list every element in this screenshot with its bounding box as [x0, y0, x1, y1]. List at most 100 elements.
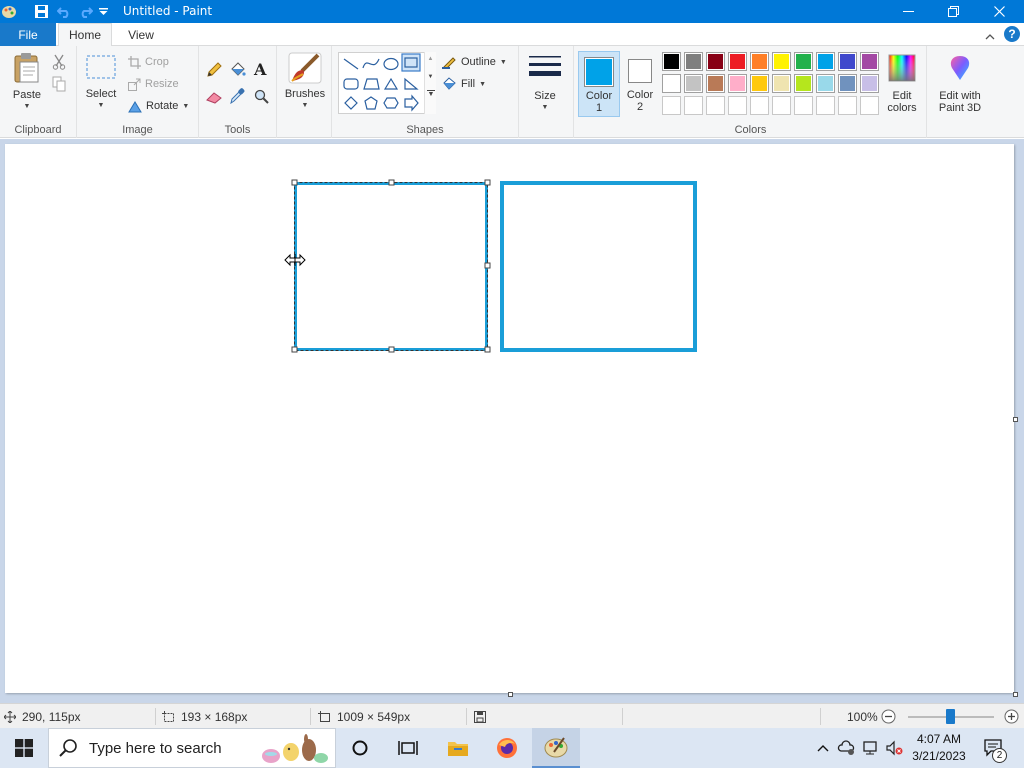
paint-app-icon[interactable] — [0, 3, 18, 20]
edit-with-paint3d-button[interactable]: Edit with Paint 3D — [933, 54, 987, 116]
file-size — [474, 704, 486, 729]
tab-view[interactable]: View — [118, 23, 164, 47]
palette-swatch[interactable] — [684, 96, 703, 115]
zoom-level-text: 100% — [847, 709, 878, 724]
palette-swatch[interactable] — [706, 52, 725, 71]
palette-swatch[interactable] — [838, 96, 857, 115]
palette-swatch[interactable] — [860, 96, 879, 115]
fill-bucket-icon[interactable] — [229, 62, 246, 81]
zoom-in-button[interactable] — [1004, 709, 1019, 727]
palette-swatch[interactable] — [816, 96, 835, 115]
canvas-resize-right-handle[interactable] — [1013, 417, 1018, 422]
brushes-button[interactable]: Brushes ▼ — [283, 52, 327, 114]
palette-swatch[interactable] — [860, 74, 879, 93]
paste-button[interactable]: Paste ▼ — [6, 52, 48, 114]
cursor-position-text: 290, 115px — [22, 709, 81, 724]
cut-icon[interactable] — [52, 54, 66, 73]
palette-swatch[interactable] — [750, 96, 769, 115]
paint-taskbar-button[interactable] — [532, 728, 580, 768]
action-center-button[interactable]: 2 — [980, 728, 1008, 768]
drawing-canvas[interactable] — [5, 144, 1014, 693]
close-button[interactable] — [976, 0, 1022, 23]
rectangle-shape-selected[interactable] — [294, 182, 488, 351]
eraser-icon[interactable] — [206, 90, 223, 107]
palette-swatch[interactable] — [838, 52, 857, 71]
zoom-out-button[interactable] — [881, 709, 896, 727]
handle-bottom-left — [291, 346, 298, 353]
palette-swatch[interactable] — [772, 96, 791, 115]
palette-swatch[interactable] — [816, 74, 835, 93]
palette-swatch[interactable] — [750, 52, 769, 71]
palette-swatch[interactable] — [772, 52, 791, 71]
maximize-button[interactable] — [930, 0, 976, 23]
canvas-resize-bottom-handle[interactable] — [508, 692, 513, 697]
taskbar: Type here to search 4:07 AM 3/21/2023 2 — [0, 728, 1024, 768]
rotate-button[interactable]: Rotate ▼ — [128, 97, 189, 115]
minimize-button[interactable] — [885, 0, 931, 23]
palette-swatch[interactable] — [794, 74, 813, 93]
volume-tray-icon[interactable] — [884, 728, 906, 768]
rectangle-shape[interactable] — [500, 181, 697, 352]
save-icon[interactable] — [32, 3, 50, 20]
copy-icon[interactable] — [52, 76, 66, 95]
paint-window: Untitled - Paint File Home View ? Paste … — [0, 0, 1024, 768]
canvas-resize-corner-handle[interactable] — [1013, 692, 1018, 697]
network-tray-icon[interactable] — [860, 728, 882, 768]
palette-swatch[interactable] — [662, 74, 681, 93]
taskbar-search-box[interactable]: Type here to search — [48, 728, 336, 768]
onedrive-tray-icon[interactable] — [836, 728, 856, 768]
tab-home[interactable]: Home — [58, 23, 112, 47]
fill-button[interactable]: Fill ▼ — [442, 75, 486, 93]
help-icon[interactable]: ? — [1004, 26, 1020, 42]
palette-swatch[interactable] — [662, 52, 681, 71]
window-title: Untitled - Paint — [123, 4, 213, 18]
palette-swatch[interactable] — [662, 96, 681, 115]
palette-swatch[interactable] — [684, 74, 703, 93]
pencil-icon[interactable] — [206, 62, 222, 81]
palette-swatch[interactable] — [728, 52, 747, 71]
crop-button[interactable]: Crop — [128, 53, 169, 71]
text-tool-icon[interactable]: A — [254, 60, 266, 79]
magnifier-icon[interactable] — [254, 89, 269, 107]
palette-swatch[interactable] — [750, 74, 769, 93]
resize-icon — [128, 78, 141, 91]
task-view-button[interactable] — [388, 728, 428, 768]
palette-swatch[interactable] — [728, 74, 747, 93]
tab-file[interactable]: File — [0, 23, 56, 46]
shapes-gallery — [338, 52, 434, 114]
undo-icon[interactable] — [55, 3, 73, 20]
palette-swatch[interactable] — [794, 96, 813, 115]
palette-swatch[interactable] — [838, 74, 857, 93]
select-dropdown-icon: ▼ — [97, 102, 105, 109]
start-button[interactable] — [0, 728, 48, 768]
palette-swatch[interactable] — [772, 74, 791, 93]
firefox-button[interactable] — [486, 728, 528, 768]
palette-swatch[interactable] — [794, 52, 813, 71]
size-button[interactable]: Size ▼ — [525, 54, 565, 114]
edit-colors-button[interactable]: Edit colors — [882, 54, 922, 116]
palette-swatch[interactable] — [728, 96, 747, 115]
redo-icon[interactable] — [77, 3, 95, 20]
palette-swatch[interactable] — [684, 52, 703, 71]
select-button[interactable]: Select ▼ — [81, 54, 121, 114]
collapse-ribbon-icon[interactable] — [985, 29, 995, 43]
palette-swatch[interactable] — [706, 96, 725, 115]
selection-size: 193 × 168px — [162, 704, 247, 729]
show-hidden-icons-button[interactable] — [814, 728, 832, 768]
palette-swatch[interactable] — [816, 52, 835, 71]
canvas-size: 1009 × 549px — [318, 704, 410, 729]
outline-button[interactable]: Outline ▼ — [442, 53, 507, 71]
zoom-slider-thumb[interactable] — [946, 709, 955, 724]
canvas-workspace[interactable] — [0, 139, 1024, 703]
resize-button[interactable]: Resize — [128, 75, 179, 93]
taskbar-clock[interactable]: 4:07 AM 3/21/2023 — [904, 731, 974, 765]
customize-quick-access-icon[interactable] — [97, 3, 109, 20]
file-explorer-button[interactable] — [437, 728, 479, 768]
color-spectrum-icon — [888, 54, 916, 82]
clipboard-group: Paste ▼ Clipboard — [0, 46, 77, 138]
cortana-button[interactable] — [340, 728, 380, 768]
palette-swatch[interactable] — [706, 74, 725, 93]
color-picker-icon[interactable] — [230, 88, 245, 107]
shapes-scroll[interactable]: ▲ ▼ ▼ — [424, 52, 436, 114]
palette-swatch[interactable] — [860, 52, 879, 71]
